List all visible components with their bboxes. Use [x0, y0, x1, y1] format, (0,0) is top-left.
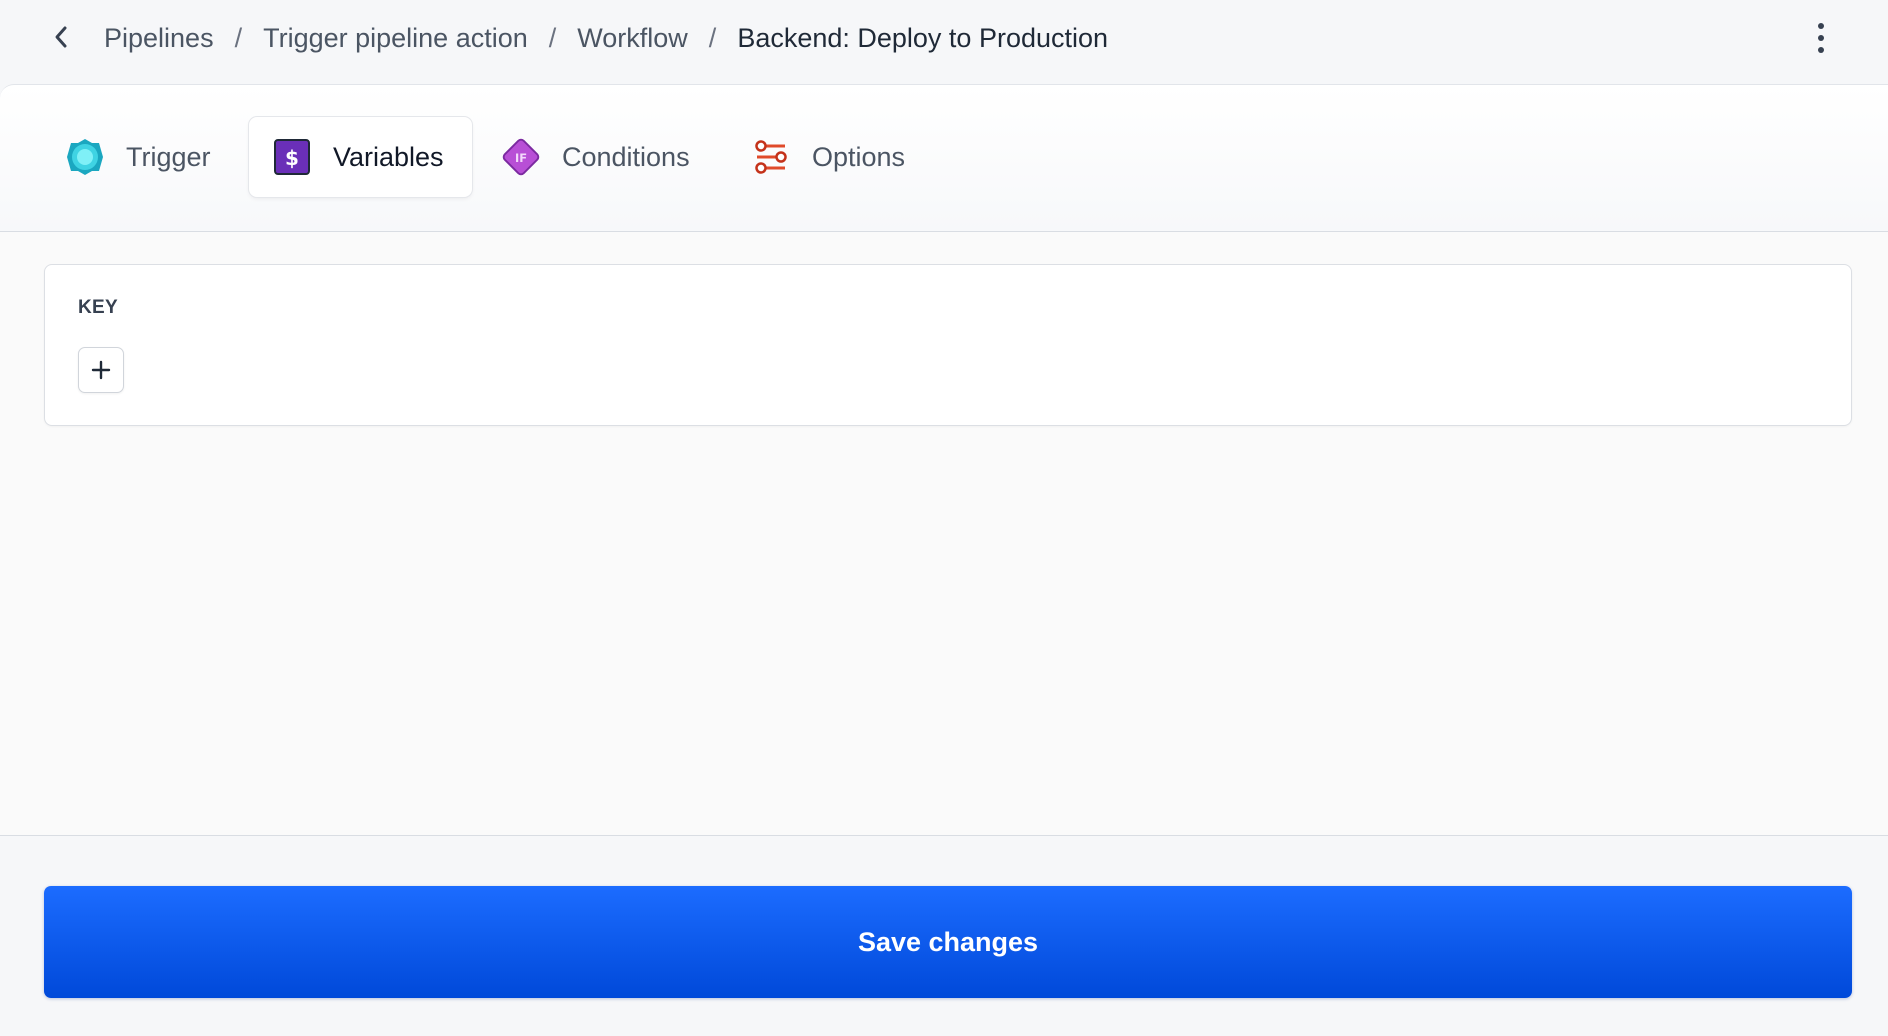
options-icon — [750, 136, 792, 178]
tab-label: Options — [812, 141, 906, 172]
footer: Save changes — [0, 836, 1888, 1036]
tab-label: Variables — [333, 141, 444, 172]
tab-conditions[interactable]: IF Conditions — [500, 117, 690, 197]
more-options-button[interactable] — [1804, 16, 1838, 60]
variables-icon: $ — [271, 136, 313, 178]
top-bar: Pipelines / Trigger pipeline action / Wo… — [0, 0, 1888, 84]
dot — [1818, 47, 1824, 53]
variables-panel: KEY — [0, 232, 1888, 836]
breadcrumb-separator: / — [234, 22, 243, 53]
breadcrumb-workflow[interactable]: Workflow — [577, 23, 688, 54]
tab-trigger[interactable]: Trigger — [64, 117, 211, 197]
svg-text:IF: IF — [515, 151, 527, 165]
tab-variables[interactable]: $ Variables — [249, 117, 472, 197]
dot — [1818, 23, 1824, 29]
variables-card: KEY — [44, 264, 1852, 426]
back-button[interactable] — [44, 20, 78, 54]
key-column-header: KEY — [78, 297, 118, 318]
tab-label: Conditions — [562, 141, 690, 172]
save-changes-button[interactable]: Save changes — [44, 886, 1852, 998]
tab-options[interactable]: Options — [750, 117, 905, 197]
tab-label: Trigger — [126, 141, 211, 172]
plus-icon — [91, 360, 111, 380]
tab-bar: Trigger $ Variables IF Conditions Option… — [0, 84, 1888, 232]
chevron-left-icon — [55, 26, 67, 48]
trigger-icon — [64, 136, 106, 178]
breadcrumb-pipelines[interactable]: Pipelines — [104, 23, 214, 54]
breadcrumb-trigger-pipeline-action[interactable]: Trigger pipeline action — [263, 23, 528, 54]
dot — [1818, 35, 1824, 41]
conditions-icon: IF — [500, 136, 542, 178]
breadcrumb: Pipelines / Trigger pipeline action / Wo… — [104, 20, 1108, 56]
add-variable-button[interactable] — [78, 347, 124, 393]
breadcrumb-separator: / — [708, 22, 717, 53]
breadcrumb-separator: / — [548, 22, 557, 53]
svg-text:$: $ — [285, 146, 299, 170]
breadcrumb-current: Backend: Deploy to Production — [737, 22, 1109, 53]
